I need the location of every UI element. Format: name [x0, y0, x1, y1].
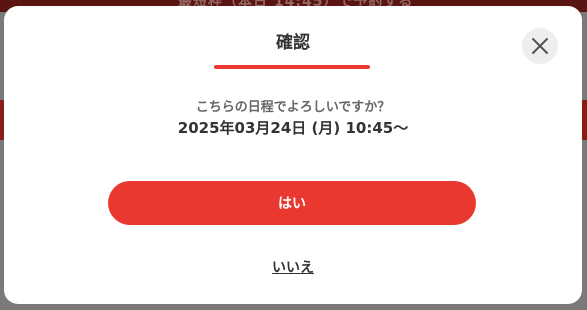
selected-datetime: 2025年03月24日 (月) 10:45〜 [177, 119, 409, 137]
confirm-dialog: 確認 こちらの日程でよろしいですか？ 2025年03月24日 (月) 10:45… [4, 6, 582, 304]
dialog-title: 確認 [276, 33, 310, 53]
close-button[interactable] [522, 28, 558, 64]
close-icon [532, 38, 548, 54]
title-underline [214, 65, 370, 69]
yes-button[interactable]: はい [108, 181, 476, 225]
no-link[interactable]: いいえ [4, 257, 582, 277]
confirm-question: こちらの日程でよろしいですか？ [195, 100, 391, 115]
